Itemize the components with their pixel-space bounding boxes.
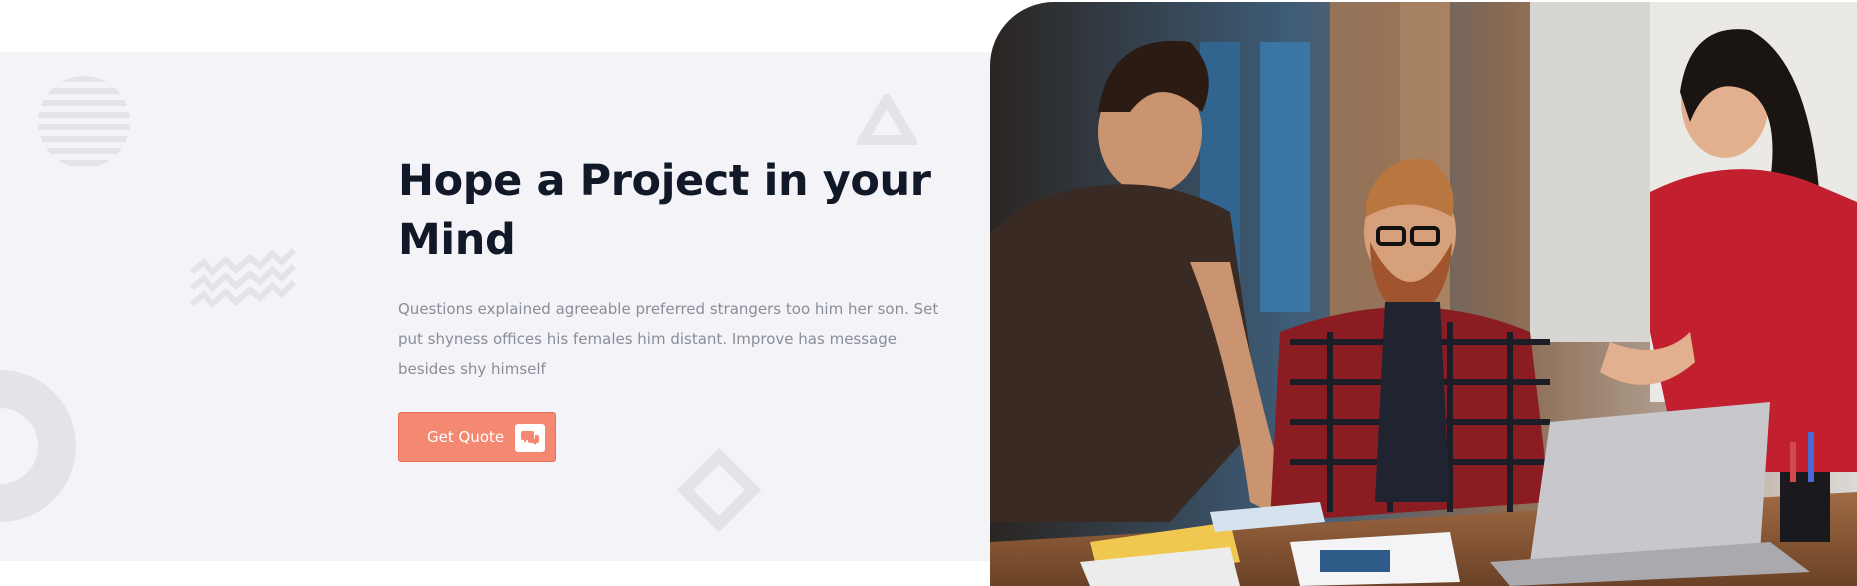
striped-circle-shape	[38, 76, 130, 166]
get-quote-button[interactable]: Get Quote	[398, 412, 556, 462]
triangle-shape	[857, 94, 917, 145]
hero-content: Hope a Project in your Mind Questions ex…	[398, 152, 958, 384]
zigzag-shape	[190, 247, 296, 309]
chat-bubbles-icon	[515, 424, 545, 452]
get-quote-label: Get Quote	[427, 428, 505, 446]
hero-title: Hope a Project in your Mind	[398, 156, 931, 265]
ring-shape	[0, 370, 76, 522]
team-meeting-photo	[990, 2, 1857, 586]
hero-description: Questions explained agreeable preferred …	[398, 300, 939, 378]
diamond-shape	[676, 447, 762, 533]
